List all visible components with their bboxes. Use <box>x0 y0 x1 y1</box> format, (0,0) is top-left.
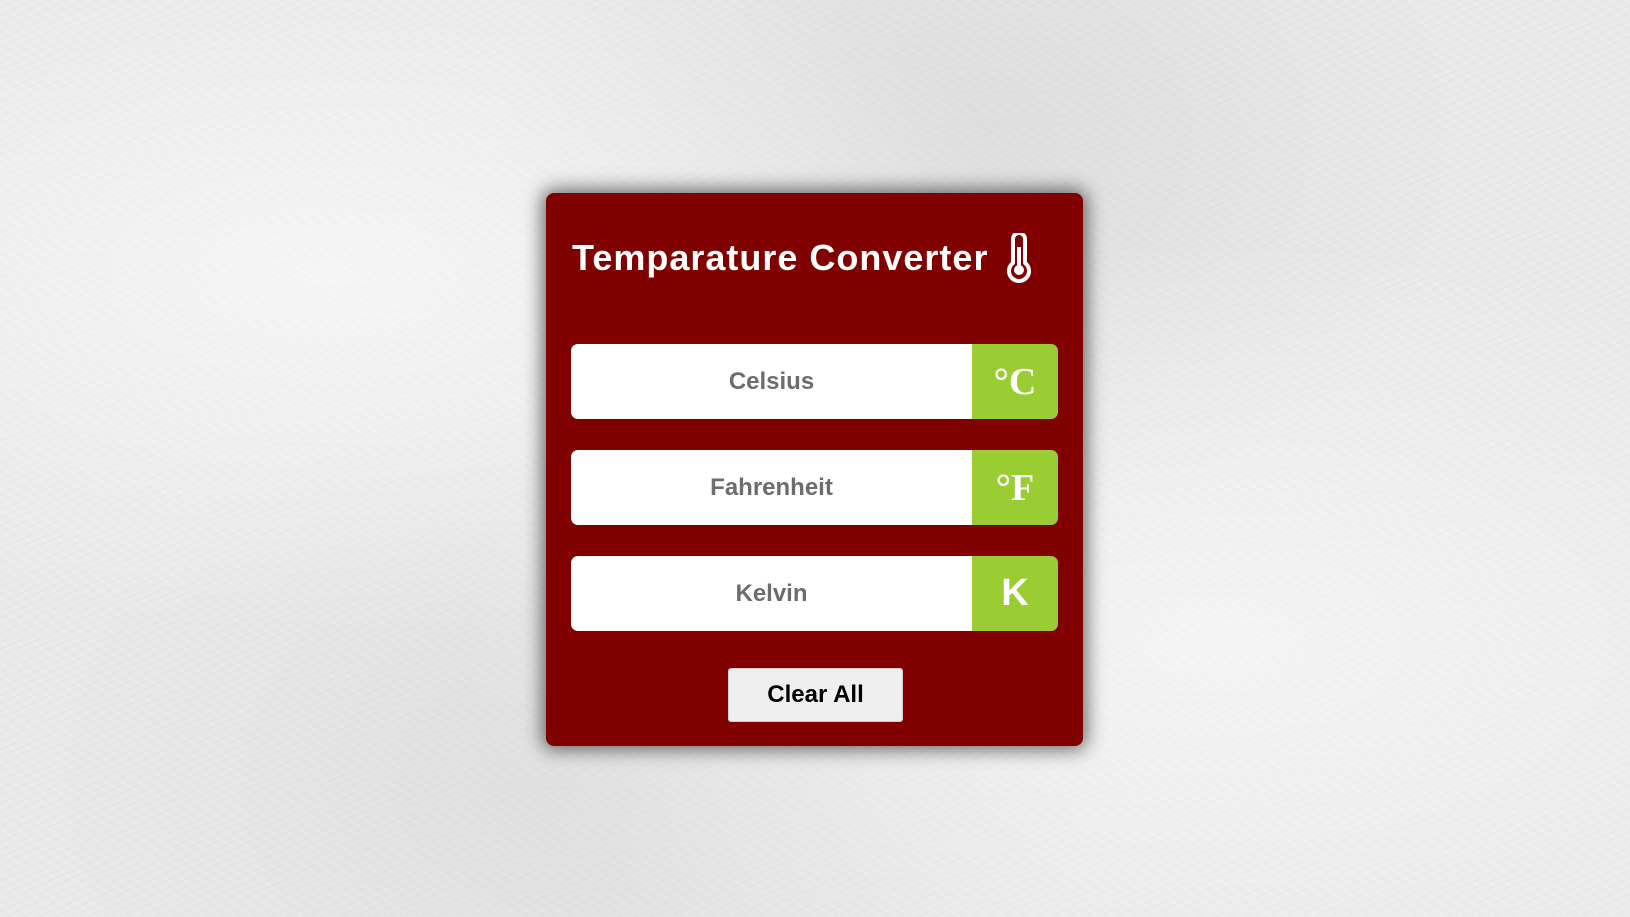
thermometer-icon <box>1004 231 1034 283</box>
fahrenheit-field: °F <box>571 450 1058 525</box>
title-row: Temparature Converter <box>572 231 1034 283</box>
converter-card: Temparature Converter °C °F K Clear All <box>546 193 1083 746</box>
clear-all-button[interactable]: Clear All <box>728 668 903 722</box>
celsius-unit-badge: °C <box>972 344 1058 419</box>
fahrenheit-unit-badge: °F <box>972 450 1058 525</box>
kelvin-input[interactable] <box>571 556 972 631</box>
kelvin-unit-badge: K <box>972 556 1058 631</box>
fahrenheit-input[interactable] <box>571 450 972 525</box>
celsius-input[interactable] <box>571 344 972 419</box>
celsius-field: °C <box>571 344 1058 419</box>
kelvin-field: K <box>571 556 1058 631</box>
page-title: Temparature Converter <box>572 237 989 278</box>
